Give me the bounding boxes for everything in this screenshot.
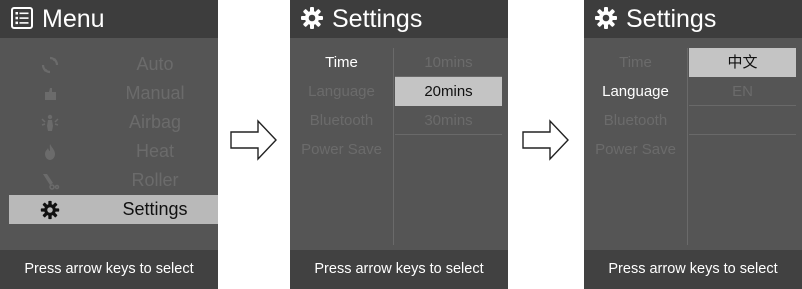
menu-item-manual[interactable]: Manual: [0, 79, 218, 108]
settings-language-screen: Settings Time Language Bluetooth Power S…: [584, 0, 802, 289]
gear-icon: [595, 7, 617, 29]
footer-hint: Press arrow keys to select: [584, 250, 802, 289]
menu-list: Auto Manual Airbag Heat Roller Settings: [0, 38, 218, 250]
category-time[interactable]: Time: [584, 48, 687, 77]
menu-item-heat[interactable]: Heat: [0, 137, 218, 166]
page-title: Settings: [626, 5, 717, 33]
menu-item-airbag[interactable]: Airbag: [0, 108, 218, 137]
settings-header: Settings: [584, 0, 802, 38]
category-bluetooth[interactable]: Bluetooth: [290, 106, 393, 135]
menu-item-label: Auto: [136, 54, 174, 74]
settings-time-screen: Settings Time Language Bluetooth Power S…: [290, 0, 508, 289]
settings-panel: Time Language Bluetooth Power Save 中文 EN: [584, 38, 802, 250]
option-30mins[interactable]: 30mins: [395, 106, 502, 135]
cycle-icon: [41, 56, 59, 74]
flame-icon: [45, 144, 55, 160]
menu-item-label: Settings: [122, 199, 188, 219]
page-title: Menu: [42, 5, 105, 33]
option-empty: [689, 106, 796, 135]
category-power-save[interactable]: Power Save: [584, 135, 687, 164]
footer-hint: Press arrow keys to select: [0, 250, 218, 289]
settings-panel: Time Language Bluetooth Power Save 10min…: [290, 38, 508, 250]
menu-item-label: Roller: [131, 170, 179, 190]
category-power-save[interactable]: Power Save: [290, 135, 393, 164]
page-title: Settings: [332, 5, 423, 33]
airbag-icon: [41, 114, 59, 131]
hand-icon: [45, 88, 56, 100]
gear-icon: [301, 7, 323, 29]
category-time[interactable]: Time: [290, 48, 393, 77]
option-english[interactable]: EN: [689, 77, 796, 106]
menu-item-settings[interactable]: Settings: [9, 195, 218, 224]
column-divider: [687, 48, 688, 245]
option-list: 中文 EN: [689, 48, 796, 135]
footer-hint: Press arrow keys to select: [290, 250, 508, 289]
menu-item-roller[interactable]: Roller: [0, 166, 218, 195]
menu-item-label: Airbag: [128, 112, 182, 132]
option-list: 10mins 20mins 30mins: [395, 48, 502, 135]
roller-icon: [43, 174, 60, 190]
menu-item-label: Manual: [125, 83, 185, 103]
category-list: Time Language Bluetooth Power Save: [290, 48, 393, 164]
settings-header: Settings: [290, 0, 508, 38]
category-language[interactable]: Language: [290, 77, 393, 106]
menu-header: Menu: [0, 0, 218, 38]
option-chinese[interactable]: 中文: [689, 48, 796, 77]
list-icon: [11, 7, 33, 29]
arrow-right-icon: [230, 119, 277, 161]
arrow-right-icon: [522, 119, 569, 161]
gear-icon: [40, 200, 60, 220]
menu-item-auto[interactable]: Auto: [0, 50, 218, 79]
category-language[interactable]: Language: [584, 77, 687, 106]
column-divider: [393, 48, 394, 245]
option-20mins[interactable]: 20mins: [395, 77, 502, 106]
category-list: Time Language Bluetooth Power Save: [584, 48, 687, 164]
option-10mins[interactable]: 10mins: [395, 48, 502, 77]
menu-item-label: Heat: [135, 141, 175, 161]
menu-screen: Menu Auto Manual Airbag Heat Roller Sett…: [0, 0, 218, 289]
category-bluetooth[interactable]: Bluetooth: [584, 106, 687, 135]
